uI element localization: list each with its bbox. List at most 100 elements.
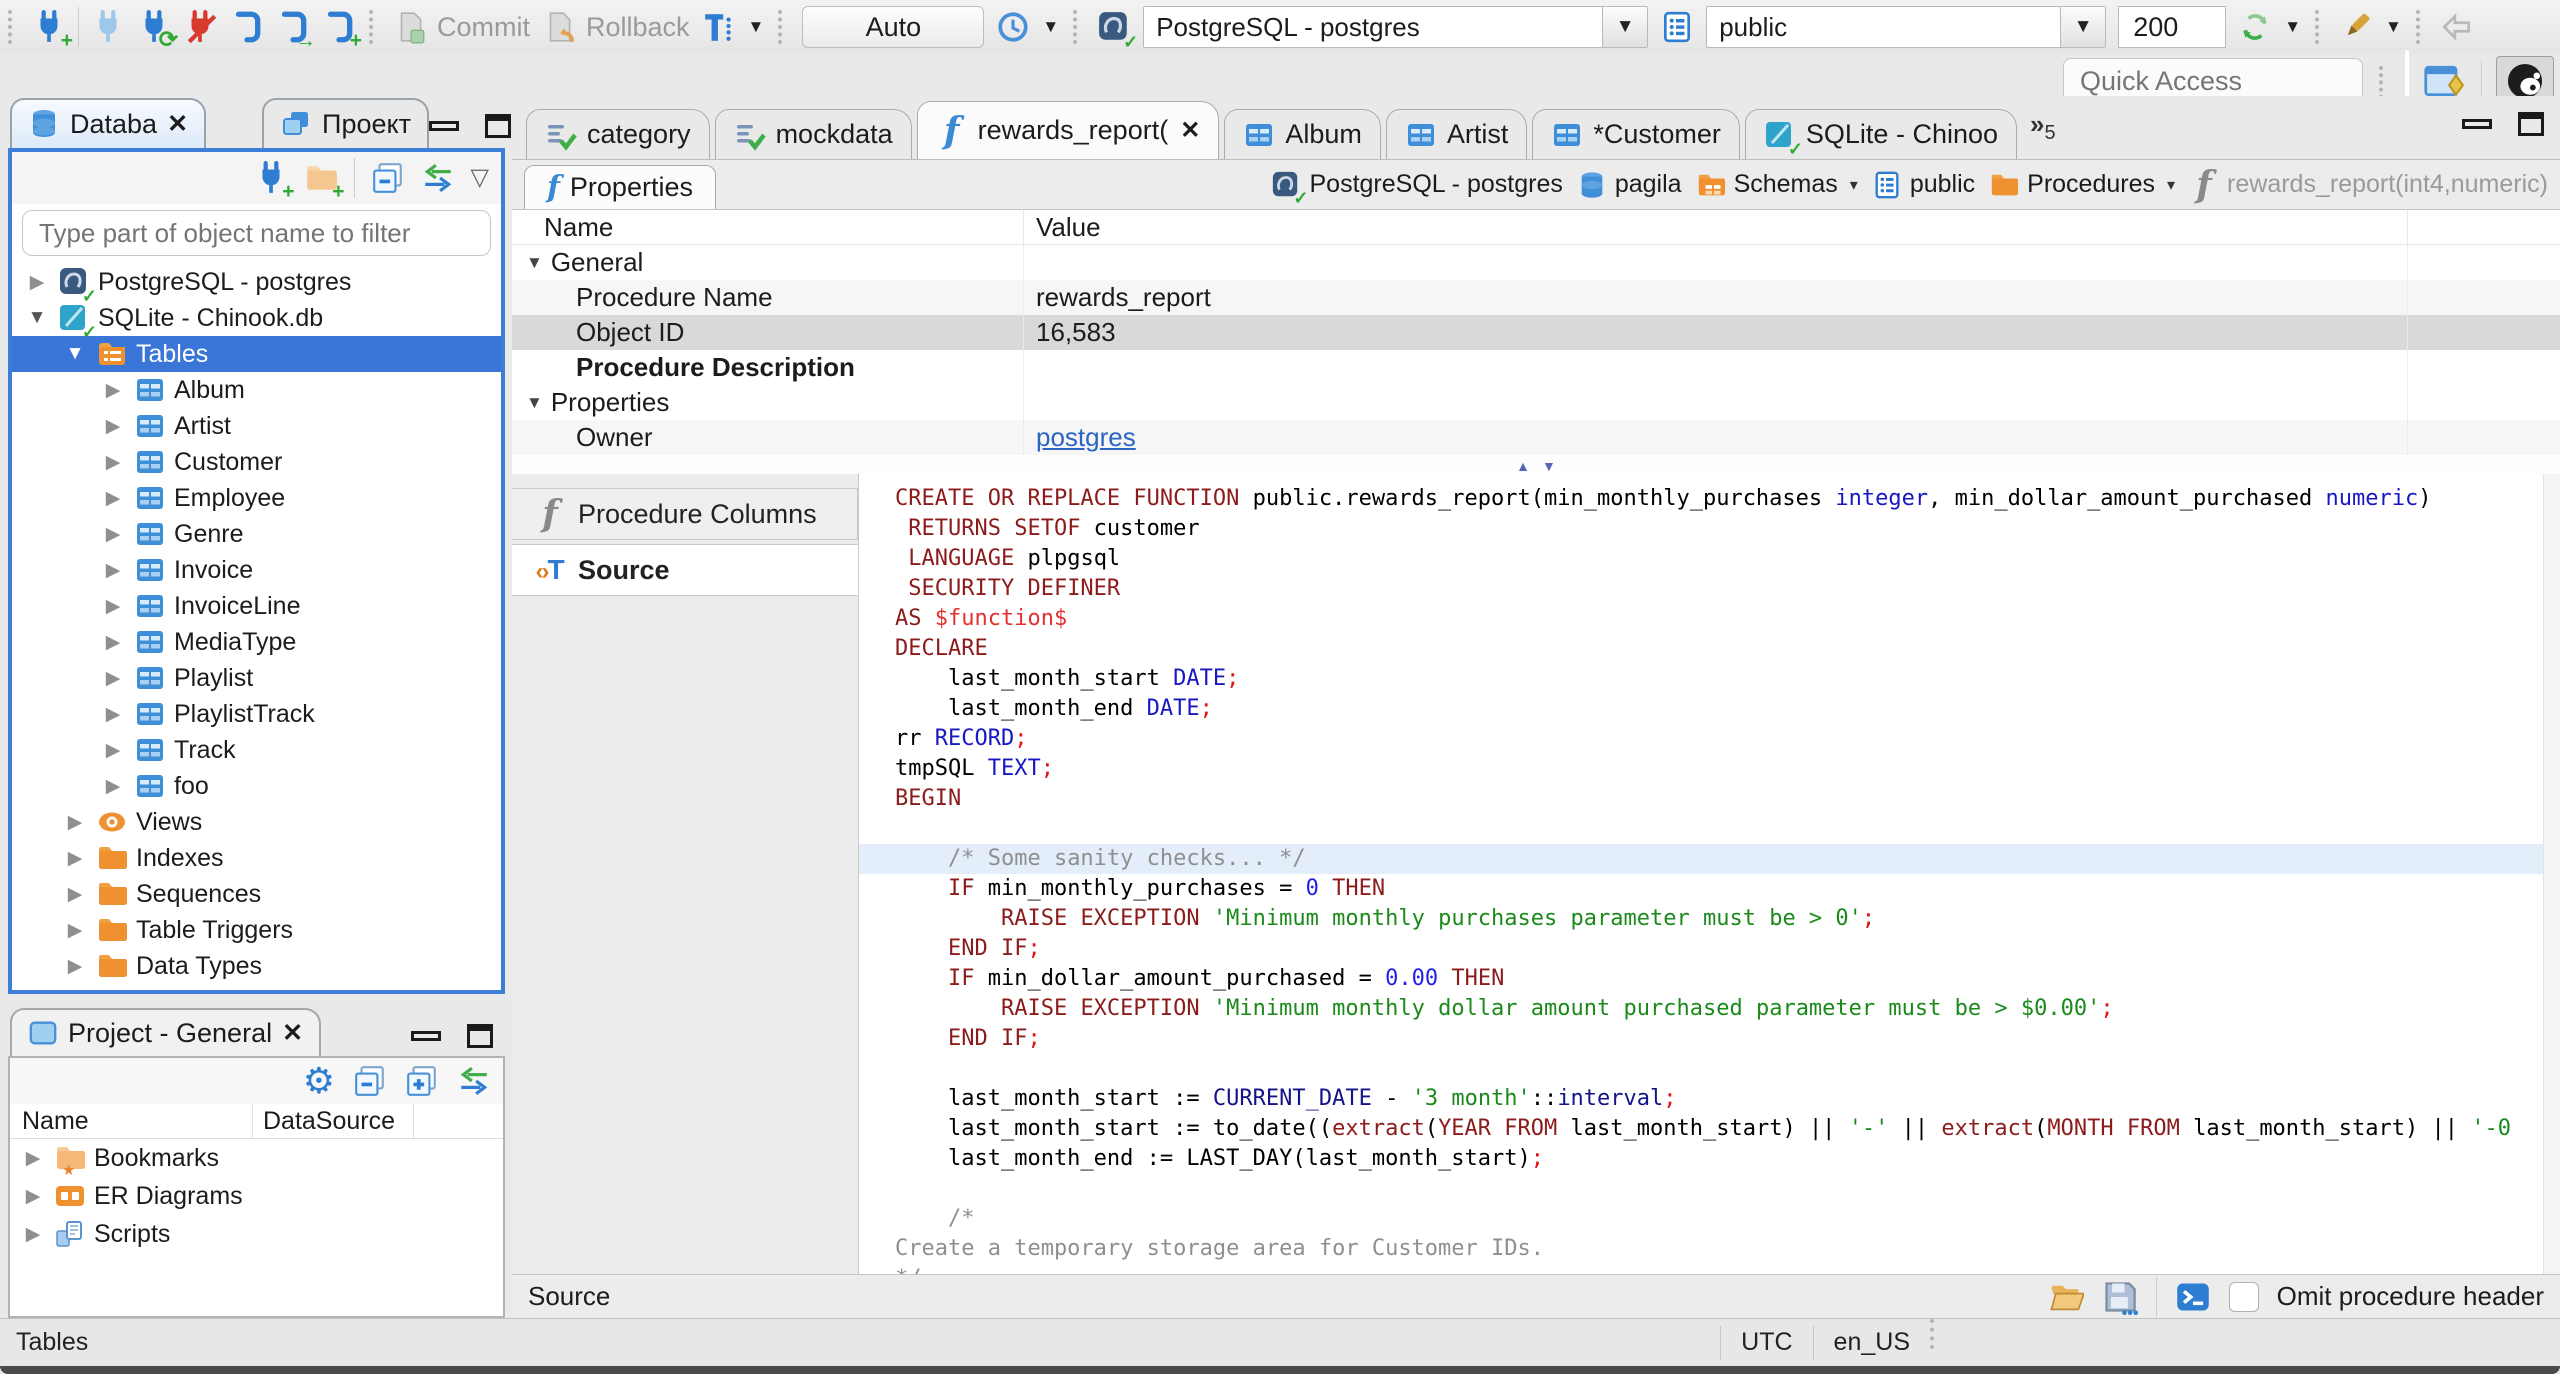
tree-item[interactable]: ▶ InvoiceLine: [12, 588, 501, 624]
editor-tab[interactable]: category: [526, 109, 710, 159]
rollback-button[interactable]: Rollback: [586, 12, 690, 43]
list-item[interactable]: ▶ Scripts: [10, 1215, 503, 1253]
expander-expanded-icon[interactable]: ▼: [24, 307, 50, 329]
property-value-link[interactable]: postgres: [1036, 422, 1136, 453]
property-row[interactable]: Procedure Description: [512, 350, 2560, 385]
disconnect-icon[interactable]: [183, 10, 217, 44]
chevron-down-icon[interactable]: ▼: [2284, 17, 2301, 37]
sql-console-icon[interactable]: +: [321, 10, 362, 51]
editor-tab[interactable]: ✓ SQLite - Chinoo: [1744, 109, 2018, 159]
editor-tab[interactable]: Album: [1224, 109, 1381, 159]
expander-collapsed-icon[interactable]: ▶: [100, 379, 126, 402]
refresh-sync-icon[interactable]: [2238, 10, 2272, 44]
chevron-down-icon[interactable]: ▼: [2385, 17, 2402, 37]
tab-projects[interactable]: Проект: [262, 98, 429, 148]
tree-item[interactable]: ▶ Track: [12, 732, 501, 768]
property-row[interactable]: Object ID 16,583: [512, 315, 2560, 350]
expander-collapsed-icon[interactable]: ▶: [20, 1185, 46, 1208]
tree-item[interactable]: ▶ PlaylistTrack: [12, 696, 501, 732]
toolbar-drag-handle[interactable]: [2415, 10, 2426, 44]
tab-database-navigator[interactable]: Databa ✕: [10, 98, 207, 148]
reconnect-icon[interactable]: ⟳: [137, 10, 178, 51]
save-to-file-icon[interactable]: [2102, 1279, 2138, 1315]
link-with-editor-icon[interactable]: [421, 161, 455, 195]
expander-collapsed-icon[interactable]: ▶: [100, 415, 126, 438]
breadcrumb-item[interactable]: f rewards_report(int4,numeric): [2189, 167, 2548, 203]
auto-commit-button[interactable]: Auto: [802, 6, 985, 48]
close-icon[interactable]: ✕: [167, 111, 188, 137]
connection-combo[interactable]: PostgreSQL - postgres ▼: [1143, 6, 1649, 48]
expander-collapsed-icon[interactable]: ▶: [100, 703, 126, 726]
sql-editor-icon[interactable]: [229, 10, 263, 44]
breadcrumb-item[interactable]: Schemas ▾: [1696, 170, 1858, 200]
column-value[interactable]: Value: [1023, 210, 2407, 244]
maximize-icon[interactable]: [484, 114, 511, 138]
tree-item[interactable]: ▶ Customer: [12, 444, 501, 480]
expander-collapsed-icon[interactable]: ▶: [24, 271, 50, 294]
expander-collapsed-icon[interactable]: ▶: [100, 523, 126, 546]
toolbar-drag-handle[interactable]: [8, 10, 18, 44]
expander-collapsed-icon[interactable]: ▶: [100, 451, 126, 474]
tree-item[interactable]: ▶ Table Triggers: [12, 912, 501, 948]
property-row[interactable]: Procedure Name rewards_report: [512, 280, 2560, 315]
load-from-file-icon[interactable]: [2048, 1279, 2084, 1315]
expander-collapsed-icon[interactable]: ▶: [62, 919, 88, 942]
tab-overflow[interactable]: »5: [2030, 109, 2056, 145]
transaction-mode-icon[interactable]: [702, 10, 736, 44]
property-group-row[interactable]: ▼ General: [512, 245, 2560, 280]
tree-item[interactable]: ▶ Views: [12, 804, 501, 840]
tree-item[interactable]: ▶ foo: [12, 768, 501, 804]
tree-item[interactable]: ▶ Genre: [12, 516, 501, 552]
toolbar-drag-handle[interactable]: [2315, 10, 2325, 44]
connect-icon[interactable]: [91, 10, 125, 44]
close-icon[interactable]: ✕: [1180, 116, 1200, 145]
scrollbar[interactable]: [2543, 474, 2560, 1274]
expand-all-icon[interactable]: [405, 1064, 439, 1098]
commit-button[interactable]: Commit: [437, 12, 530, 43]
collapse-all-icon[interactable]: [353, 1064, 387, 1098]
new-connection-icon[interactable]: +: [254, 161, 295, 202]
highlighter-icon[interactable]: [2339, 10, 2373, 44]
breadcrumb-item[interactable]: public: [1872, 170, 1975, 200]
expander-expanded-icon[interactable]: ▼: [526, 253, 543, 273]
expander-expanded-icon[interactable]: ▼: [62, 343, 88, 365]
tree-item[interactable]: ▶ Album: [12, 372, 501, 408]
tree-item[interactable]: ▶ Invoice: [12, 552, 501, 588]
breadcrumb-item[interactable]: pagila: [1577, 170, 1682, 200]
omit-procedure-header-checkbox[interactable]: [2228, 1281, 2259, 1312]
expander-collapsed-icon[interactable]: ▶: [100, 667, 126, 690]
locale-indicator[interactable]: en_US: [1814, 1319, 1930, 1366]
column-name[interactable]: Name: [512, 210, 1023, 244]
expander-collapsed-icon[interactable]: ▶: [100, 559, 126, 582]
close-icon[interactable]: ✕: [282, 1020, 303, 1046]
chevron-down-icon[interactable]: ▼: [2060, 7, 2106, 47]
tab-project-general[interactable]: Project - General ✕: [10, 1008, 322, 1056]
view-menu-icon[interactable]: ▽: [471, 166, 489, 190]
maximize-icon[interactable]: [2518, 112, 2544, 136]
tree-item[interactable]: ▶ Playlist: [12, 660, 501, 696]
editor-tab[interactable]: Artist: [1385, 109, 1528, 159]
object-filter-input[interactable]: [22, 210, 491, 256]
tree-item[interactable]: ▶ Data Types: [12, 948, 501, 984]
breadcrumb-item[interactable]: Procedures ▾: [1989, 170, 2175, 200]
collapse-all-icon[interactable]: [371, 161, 405, 195]
chevron-down-icon[interactable]: ▾: [2167, 175, 2175, 195]
editor-tab[interactable]: mockdata: [714, 109, 912, 159]
minimize-icon[interactable]: [411, 1031, 441, 1041]
editor-tab[interactable]: *Customer: [1532, 109, 1740, 159]
chevron-down-icon[interactable]: ▼: [1042, 17, 1059, 37]
column-name[interactable]: Name: [10, 1104, 253, 1138]
gear-icon[interactable]: ⚙: [303, 1063, 335, 1099]
expander-expanded-icon[interactable]: ▼: [526, 393, 543, 413]
expander-collapsed-icon[interactable]: ▶: [62, 847, 88, 870]
link-with-editor-icon[interactable]: [457, 1064, 491, 1098]
tree-item[interactable]: ▶ Sequences: [12, 876, 501, 912]
property-group-row[interactable]: ▼ Properties: [512, 385, 2560, 420]
split-sash[interactable]: ▲ ▼: [512, 458, 2560, 474]
expander-collapsed-icon[interactable]: ▶: [20, 1223, 46, 1246]
tree-item[interactable]: ▶ MediaType: [12, 624, 501, 660]
minimize-icon[interactable]: [428, 121, 459, 131]
expander-collapsed-icon[interactable]: ▶: [62, 883, 88, 906]
toolbar-drag-handle[interactable]: [778, 10, 788, 44]
tree-item[interactable]: ▶ Artist: [12, 408, 501, 444]
